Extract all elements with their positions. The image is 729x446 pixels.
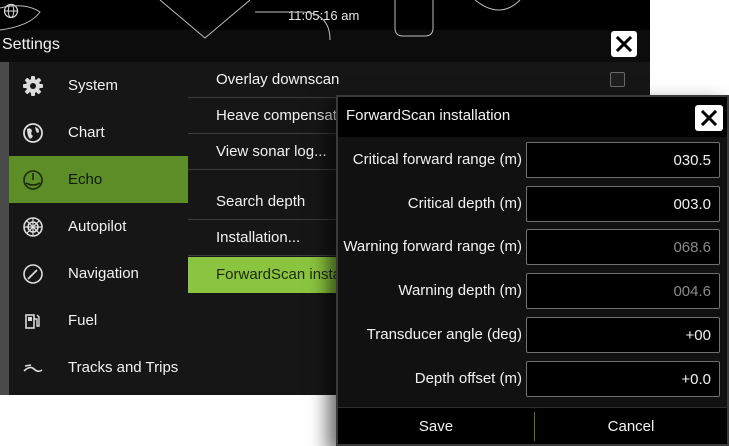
dialog-footer: Save Cancel [338, 407, 727, 444]
field-label: Critical depth (m) [407, 195, 522, 212]
field-value: 003.0 [673, 196, 711, 213]
field-value: +0.0 [681, 371, 711, 388]
sidebar-item-system[interactable]: System [9, 62, 188, 109]
sonar-icon [21, 168, 45, 192]
sidebar-item-chart[interactable]: Chart [9, 109, 188, 156]
field-critical-depth: Critical depth (m) 003.0 [338, 186, 727, 222]
option-label: ForwardScan insta [216, 266, 342, 283]
field-label: Critical forward range (m) [352, 151, 522, 168]
settings-sidebar: System Chart Echo Autopilot Navigation F… [0, 62, 188, 395]
option-overlay-downscan[interactable]: Overlay downscan [188, 62, 650, 98]
globe-icon [21, 121, 45, 145]
sidebar-item-autopilot[interactable]: Autopilot [9, 203, 188, 250]
option-label: Installation... [216, 229, 301, 246]
field-transducer-angle: Transducer angle (deg) +00 [338, 317, 727, 353]
sidebar-item-label: Navigation [68, 265, 139, 282]
dialog-header: ForwardScan installation [338, 97, 727, 137]
sidebar-item-label: Autopilot [68, 218, 127, 235]
sidebar-item-navigation[interactable]: Navigation [9, 250, 188, 297]
gear-icon [21, 74, 45, 98]
critical-depth-input[interactable]: 003.0 [526, 186, 720, 222]
helm-icon [21, 215, 45, 239]
warning-forward-range-input[interactable]: 068.6 [526, 229, 720, 265]
settings-title: Settings [2, 36, 60, 53]
close-icon [701, 110, 717, 126]
sidebar-item-label: System [68, 77, 119, 94]
field-critical-forward-range: Critical forward range (m) 030.5 [338, 142, 727, 178]
sidebar-item-label: Tracks and Trips [68, 359, 179, 376]
dialog-close-button[interactable] [695, 105, 723, 131]
sidebar-item-label: Chart [68, 124, 105, 141]
sidebar-item-label: Echo [68, 171, 103, 188]
option-label: Search depth [216, 193, 306, 210]
transducer-angle-input[interactable]: +00 [526, 317, 720, 353]
track-icon [21, 356, 45, 380]
sidebar-item-echo[interactable]: Echo [9, 156, 188, 203]
sidebar-item-tracks-and-trips[interactable]: Tracks and Trips [9, 344, 188, 391]
critical-forward-range-input[interactable]: 030.5 [526, 142, 720, 178]
close-icon [616, 36, 632, 52]
field-depth-offset: Depth offset (m) +0.0 [338, 361, 727, 397]
settings-close-button[interactable] [611, 31, 637, 57]
forwardscan-installation-dialog: ForwardScan installation Critical forwar… [336, 95, 729, 446]
warning-depth-input[interactable]: 004.6 [526, 273, 720, 309]
overlay-downscan-checkbox[interactable] [610, 72, 625, 87]
option-label: Overlay downscan [216, 71, 340, 88]
sidebar-item-fuel[interactable]: Fuel [9, 297, 188, 344]
field-label: Transducer angle (deg) [366, 326, 522, 343]
field-warning-depth: Warning depth (m) 004.6 [338, 273, 727, 309]
option-label: View sonar log... [216, 143, 327, 160]
sidebar-item-label: Fuel [68, 312, 98, 329]
depth-offset-input[interactable]: +0.0 [526, 361, 720, 397]
field-label: Depth offset (m) [414, 370, 522, 387]
field-label: Warning forward range (m) [343, 238, 522, 255]
settings-header: Settings [0, 30, 650, 62]
compass-icon [21, 262, 45, 286]
fuel-pump-icon [21, 309, 45, 333]
field-label: Warning depth (m) [398, 282, 522, 299]
field-value: 030.5 [673, 152, 711, 169]
save-button[interactable]: Save [338, 408, 534, 445]
clock-time: 11:05:16 am [288, 8, 360, 23]
field-warning-forward-range: Warning forward range (m) 068.6 [338, 229, 727, 265]
dialog-title: ForwardScan installation [346, 107, 511, 124]
option-label: Heave compensat [216, 107, 337, 124]
field-value: 068.6 [673, 239, 711, 256]
field-value: +00 [685, 327, 711, 344]
field-value: 004.6 [673, 283, 711, 300]
status-bar: 11:05:16 am [0, 0, 650, 30]
cancel-button[interactable]: Cancel [535, 408, 727, 445]
globe-icon [3, 3, 19, 19]
